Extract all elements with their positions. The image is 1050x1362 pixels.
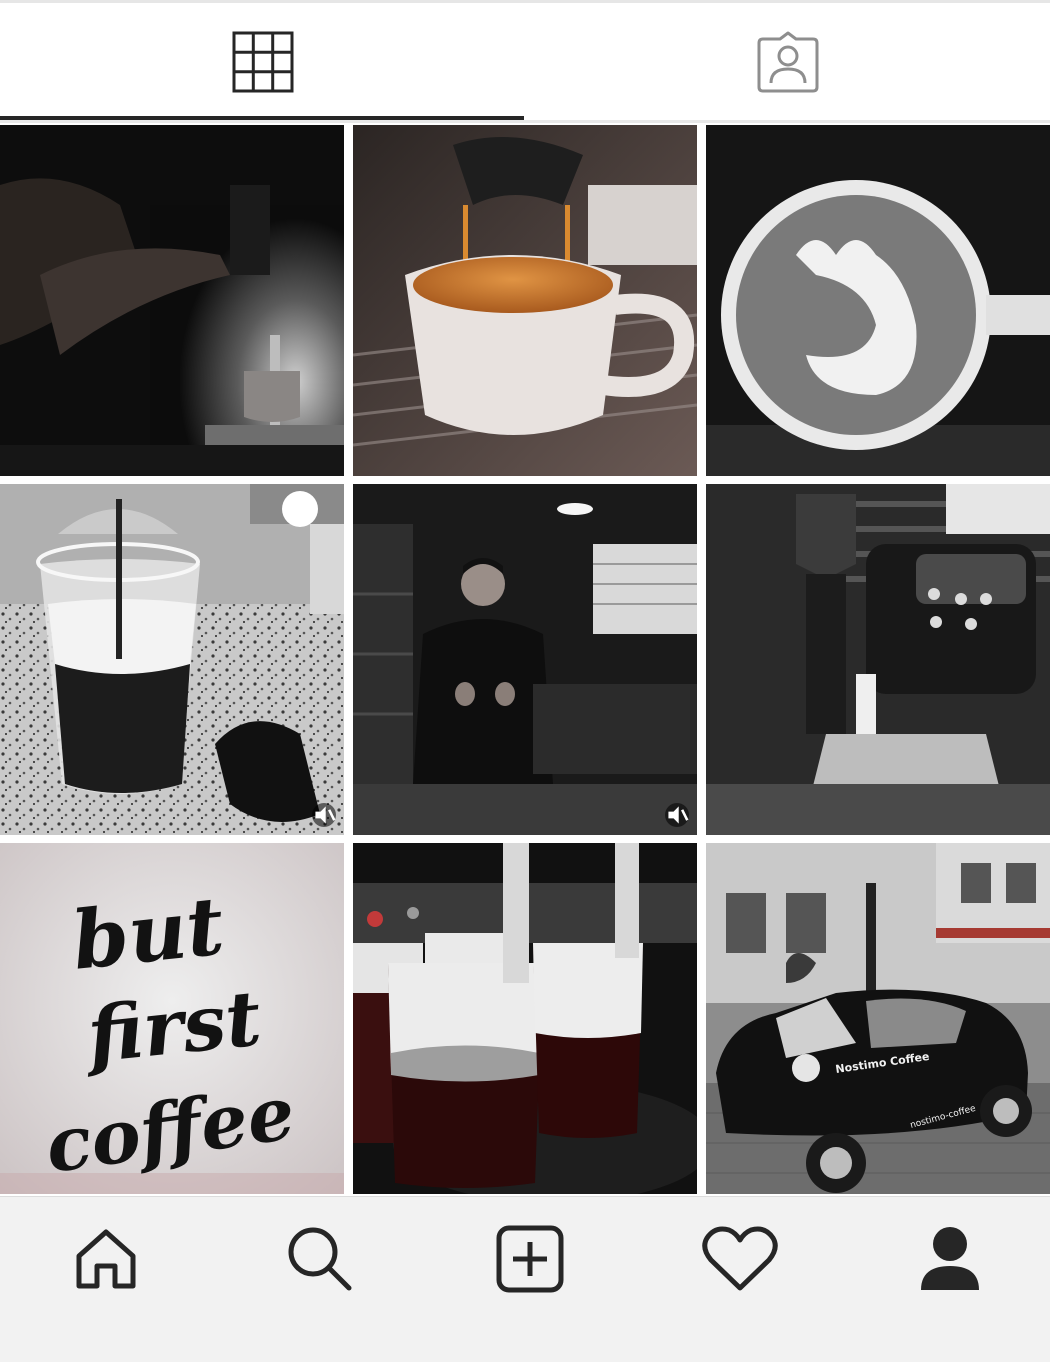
home-icon: [76, 1229, 136, 1289]
post-image-espresso-cup: [353, 125, 697, 476]
search-icon: [288, 1227, 352, 1291]
nav-profile-button[interactable]: [910, 1219, 990, 1299]
nav-search-button[interactable]: [280, 1219, 360, 1299]
profile-tab-bar: [0, 0, 1050, 123]
post-tile-9[interactable]: Nostimo Coffee nostimo-coffee: [706, 843, 1050, 1194]
post-grid: but first coffee Nostimo Coffee nostimo-…: [0, 125, 1050, 1195]
bottom-navigation-bar: [0, 1196, 1050, 1362]
tab-tagged[interactable]: [525, 6, 1050, 118]
profile-icon: [921, 1227, 979, 1290]
post-image-layered-drinks: [353, 843, 697, 1194]
muted-video-icon: [312, 803, 336, 827]
post-image-barista-portrait: [353, 484, 697, 835]
post-image-barista-espresso: [0, 125, 344, 476]
post-tile-2[interactable]: [353, 125, 697, 476]
post-image-latte-art: [706, 125, 1050, 476]
post-tile-7[interactable]: but first coffee: [0, 843, 344, 1194]
nav-activity-button[interactable]: [700, 1219, 780, 1299]
tab-bar-divider: [0, 120, 1050, 123]
nav-new-post-button[interactable]: [490, 1219, 570, 1299]
post-image-branded-car: Nostimo Coffee nostimo-coffee: [706, 843, 1050, 1194]
post-text-line-2: first: [79, 973, 266, 1080]
profile-screen: but first coffee Nostimo Coffee nostimo-…: [0, 0, 1050, 1362]
post-tile-4[interactable]: [0, 484, 344, 835]
post-tile-3[interactable]: [706, 125, 1050, 476]
post-tile-6[interactable]: [706, 484, 1050, 835]
post-image-iced-coffee: [0, 484, 344, 835]
tagged-person-icon: [757, 31, 818, 93]
post-image-espresso-machine: [706, 484, 1050, 835]
add-post-icon: [496, 1225, 564, 1293]
post-text-line-1: but: [68, 878, 228, 987]
heart-icon: [702, 1226, 778, 1291]
tab-grid[interactable]: [0, 6, 525, 118]
post-tile-1[interactable]: [0, 125, 344, 476]
post-image-but-first-coffee: but first coffee: [0, 843, 344, 1194]
grid-icon: [232, 31, 293, 93]
post-tile-5[interactable]: [353, 484, 697, 835]
post-tile-8[interactable]: [353, 843, 697, 1194]
muted-video-icon: [665, 803, 689, 827]
nav-home-button[interactable]: [66, 1219, 146, 1299]
